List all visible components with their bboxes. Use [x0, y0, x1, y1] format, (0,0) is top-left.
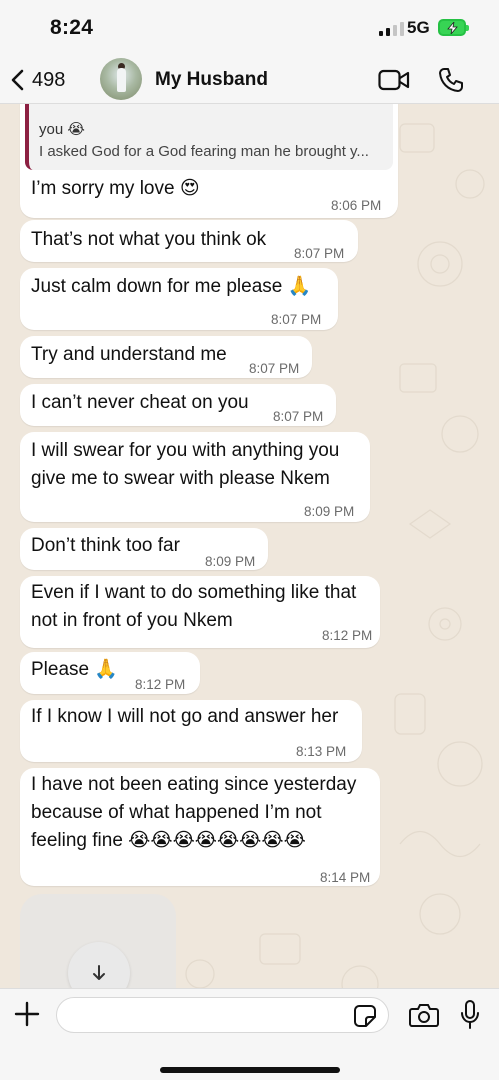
plus-icon — [14, 1001, 40, 1027]
message-text: Even if I want to do something like that… — [31, 582, 357, 631]
message-bubble[interactable]: Even if I want to do something like that… — [20, 576, 380, 648]
message-text: Try and understand me — [31, 344, 227, 365]
voice-call-button[interactable] — [438, 67, 464, 98]
input-bar — [0, 988, 499, 1080]
arrow-down-icon — [93, 965, 105, 980]
message-time: 8:06 PM — [331, 198, 382, 213]
microphone-icon — [461, 1000, 479, 1029]
sticker-button[interactable] — [354, 1005, 376, 1032]
message-text: Please 🙏 — [31, 659, 119, 680]
message-bubble[interactable]: If I know I will not go and answer her 8… — [20, 700, 362, 762]
chat-header: 498 My Husband — [0, 56, 499, 104]
home-indicator — [160, 1067, 340, 1073]
sticker-icon — [354, 1005, 376, 1027]
message-time: 8:12 PM — [322, 628, 373, 643]
quoted-text-line2: I asked God for a God fearing man he bro… — [39, 143, 369, 160]
message-bubble[interactable]: Just calm down for me please 🙏 8:07 PM — [20, 268, 338, 330]
message-time: 8:07 PM — [271, 312, 322, 327]
message-input[interactable] — [56, 997, 389, 1033]
message-time: 8:12 PM — [135, 677, 186, 692]
message-text: I’m sorry my love 😍 — [31, 178, 200, 199]
battery-charging-icon — [438, 19, 469, 36]
attach-button[interactable] — [14, 1001, 40, 1032]
message-bubble[interactable]: That’s not what you think ok 8:07 PM — [20, 220, 358, 262]
message-time: 8:14 PM — [320, 870, 371, 885]
network-label: 5G — [407, 18, 430, 37]
message-time: 8:07 PM — [249, 361, 300, 376]
chevron-left-icon — [11, 69, 24, 91]
signal-icon — [379, 22, 404, 36]
message-bubble[interactable]: I have not been eating since yesterday b… — [20, 768, 380, 886]
message-text: If I know I will not go and answer her — [31, 706, 339, 727]
message-bubble[interactable]: Don’t think too far 8:09 PM — [20, 528, 268, 570]
camera-icon — [409, 1004, 439, 1027]
video-call-button[interactable] — [378, 69, 410, 96]
status-time: 8:24 — [50, 16, 94, 39]
camera-button[interactable] — [409, 1003, 439, 1032]
back-button[interactable]: 498 — [10, 64, 65, 96]
message-bubble[interactable]: Please 🙏 8:12 PM — [20, 652, 200, 694]
contact-name[interactable]: My Husband — [155, 69, 268, 91]
message-bubble-quoted[interactable]: you 😭 I asked God for a God fearing man … — [20, 104, 398, 218]
message-bubble[interactable]: I will swear for you with anything you g… — [20, 432, 370, 522]
message-text: I can’t never cheat on you — [31, 392, 249, 413]
message-time: 8:07 PM — [273, 409, 324, 424]
message-text: Don’t think too far — [31, 535, 180, 556]
phone-icon — [439, 68, 463, 92]
message-bubble[interactable]: I can’t never cheat on you 8:07 PM — [20, 384, 336, 426]
message-text: Just calm down for me please 🙏 — [31, 276, 312, 297]
message-text: That’s not what you think ok — [31, 229, 267, 250]
message-text: I have not been eating since yesterday b… — [31, 774, 357, 851]
microphone-button[interactable] — [460, 1000, 480, 1035]
unread-count: 498 — [32, 68, 66, 91]
message-text: I will swear for you with anything you g… — [31, 440, 340, 489]
avatar[interactable] — [100, 58, 142, 100]
video-camera-icon — [378, 69, 410, 91]
status-bar: 8:24 5G — [0, 0, 499, 56]
chat-area[interactable]: you 😭 I asked God for a God fearing man … — [0, 104, 499, 988]
message-time: 8:13 PM — [296, 744, 347, 759]
quoted-message[interactable]: you 😭 I asked God for a God fearing man … — [25, 104, 393, 170]
message-bubble[interactable]: Try and understand me 8:07 PM — [20, 336, 312, 378]
message-time: 8:07 PM — [294, 246, 345, 261]
message-time: 8:09 PM — [205, 554, 256, 569]
message-time: 8:09 PM — [304, 504, 355, 519]
